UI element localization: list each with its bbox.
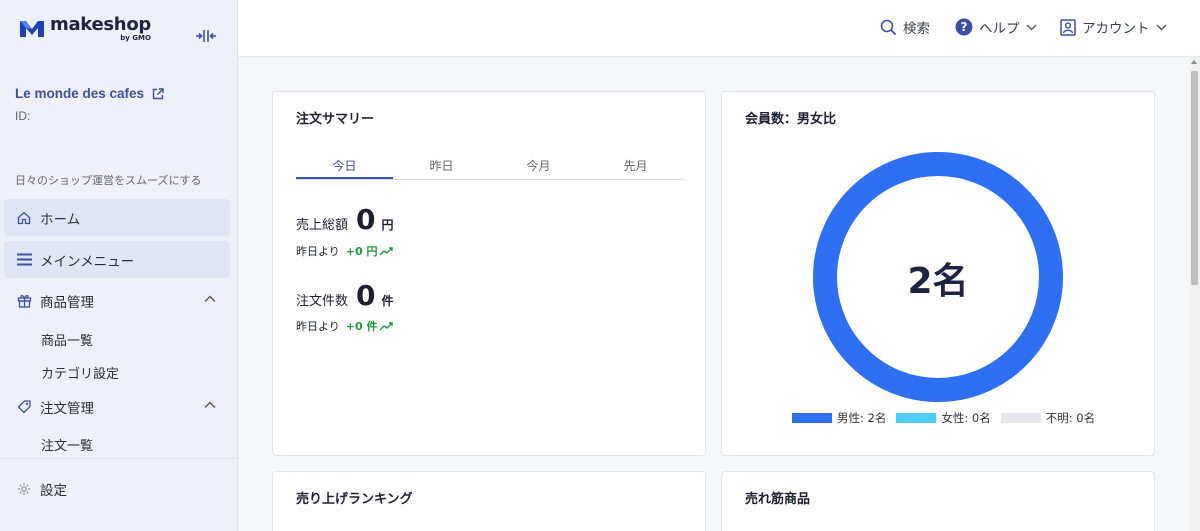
sidebar-item-orders[interactable]: 注文管理 [4,388,230,425]
sidebar-subitem-category-settings[interactable]: カテゴリ設定 [41,363,119,382]
shop-name-link[interactable]: Le monde des cafes [15,86,237,101]
sales-total-label: 売上総額 [296,218,349,233]
external-link-icon [152,87,164,99]
card-title: 売れ筋商品 [745,492,811,507]
account-label: アカウント [1082,21,1150,37]
order-count-unit: 件 [381,294,394,308]
sidebar-item-home[interactable]: ホーム [4,199,230,236]
gift-icon [16,293,32,309]
orders-delta-value: +0 件 [345,320,378,333]
sidebar-item-label: 設定 [40,482,67,499]
collapse-sidebar-button[interactable] [195,28,217,44]
help-label: ヘルプ [979,21,1020,37]
sales-total-metric: 売上総額 0 円 [296,206,394,234]
sidebar-item-main-menu[interactable]: メインメニュー [4,241,230,278]
sidebar-item-label: 注文管理 [40,400,94,417]
main-scrollbar[interactable] [1189,57,1200,531]
trend-up-icon [379,247,394,256]
sidebar-tagline: 日々のショップ運営をスムーズにする [15,174,202,187]
tab-yesterday[interactable]: 昨日 [393,149,490,179]
orders-delta: +0 件 [346,318,394,334]
best-sellers-card: 売れ筋商品 [721,471,1155,531]
members-gender-card: 会員数：男女比 2名 男性: 2名 女性: 0名 不明: 0名 [721,91,1155,456]
gear-icon [16,481,32,497]
sales-delta-value: +0 円 [345,245,378,258]
scroll-up-arrow-icon[interactable] [1191,60,1197,64]
help-menu-button[interactable]: ? ヘルプ [955,17,1037,37]
legend-label: 不明: 0名 [1045,411,1096,425]
donut-legend: 男性: 2名 女性: 0名 不明: 0名 [792,410,1105,426]
sidebar-item-settings[interactable]: 設定 [4,470,230,507]
account-menu-button[interactable]: アカウント [1060,17,1167,37]
member-total: 2名 [907,261,969,302]
logo-name: makeshop [50,14,151,35]
search-button[interactable]: 検索 [880,17,930,37]
scroll-thumb[interactable] [1191,71,1198,285]
sidebar-subitem-order-list[interactable]: 注文一覧 [41,435,93,454]
account-icon [1060,18,1076,36]
collapse-icon [196,30,216,42]
legend-label: 女性: 0名 [941,411,991,425]
tab-this-month[interactable]: 今月 [490,149,587,179]
card-title: 会員数：男女比 [745,112,837,127]
legend-item-unknown: 不明: 0名 [1000,410,1096,426]
trend-up-icon [379,322,394,331]
legend-swatch [1000,413,1041,423]
sales-ranking-card: 売り上げランキング [272,471,706,531]
sales-total-value: 0 [356,203,376,236]
sidebar: makeshop by GMO Le monde des cafes ID: 日… [0,0,238,531]
logo-by: by GMO [120,34,151,42]
tag-icon [16,399,32,415]
sidebar-subitem-product-list[interactable]: 商品一覧 [41,330,93,349]
chevron-down-icon [1156,24,1166,30]
makeshop-logo-icon [20,21,44,37]
search-label: 検索 [903,21,930,37]
period-tabs: 今日 昨日 今月 先月 [296,149,684,180]
sidebar-item-label: メインメニュー [40,253,135,270]
sidebar-item-label: 商品管理 [40,294,94,311]
legend-item-female: 女性: 0名 [896,410,991,426]
logo[interactable]: makeshop by GMO [0,0,237,58]
sales-compare: 昨日より +0 円 [296,243,394,259]
legend-label: 男性: 2名 [837,411,887,425]
sidebar-divider [0,458,238,459]
chevron-up-icon [204,401,216,408]
chevron-up-icon [204,295,216,302]
order-count-label: 注文件数 [296,294,349,309]
sidebar-item-label: ホーム [40,211,81,228]
chevron-down-icon [1026,24,1036,30]
svg-text:?: ? [961,20,968,34]
legend-swatch [896,413,937,423]
home-icon [16,210,32,226]
orders-compare: 昨日より +0 件 [296,318,394,334]
tab-today[interactable]: 今日 [296,149,393,179]
sales-delta: +0 円 [346,243,394,259]
shop-name: Le monde des cafes [15,86,145,101]
top-header: 検索 ? ヘルプ アカウント [238,0,1200,57]
menu-icon [16,252,32,268]
search-icon [880,19,897,35]
shop-id: ID: [15,109,31,123]
sales-total-unit: 円 [381,218,394,232]
order-count-metric: 注文件数 0 件 [296,282,394,310]
compare-prefix: 昨日より [296,245,340,258]
card-title: 売り上げランキング [296,492,413,507]
order-count-value: 0 [356,279,376,312]
help-icon: ? [955,18,973,36]
card-title: 注文サマリー [296,112,375,127]
legend-swatch [792,413,832,423]
order-summary-card: 注文サマリー 今日 昨日 今月 先月 売上総額 0 円 昨日より +0 円 注文… [272,91,706,456]
legend-item-male: 男性: 2名 [792,410,886,426]
compare-prefix: 昨日より [296,320,340,333]
tab-last-month[interactable]: 先月 [587,149,684,179]
sidebar-item-products[interactable]: 商品管理 [4,282,230,319]
